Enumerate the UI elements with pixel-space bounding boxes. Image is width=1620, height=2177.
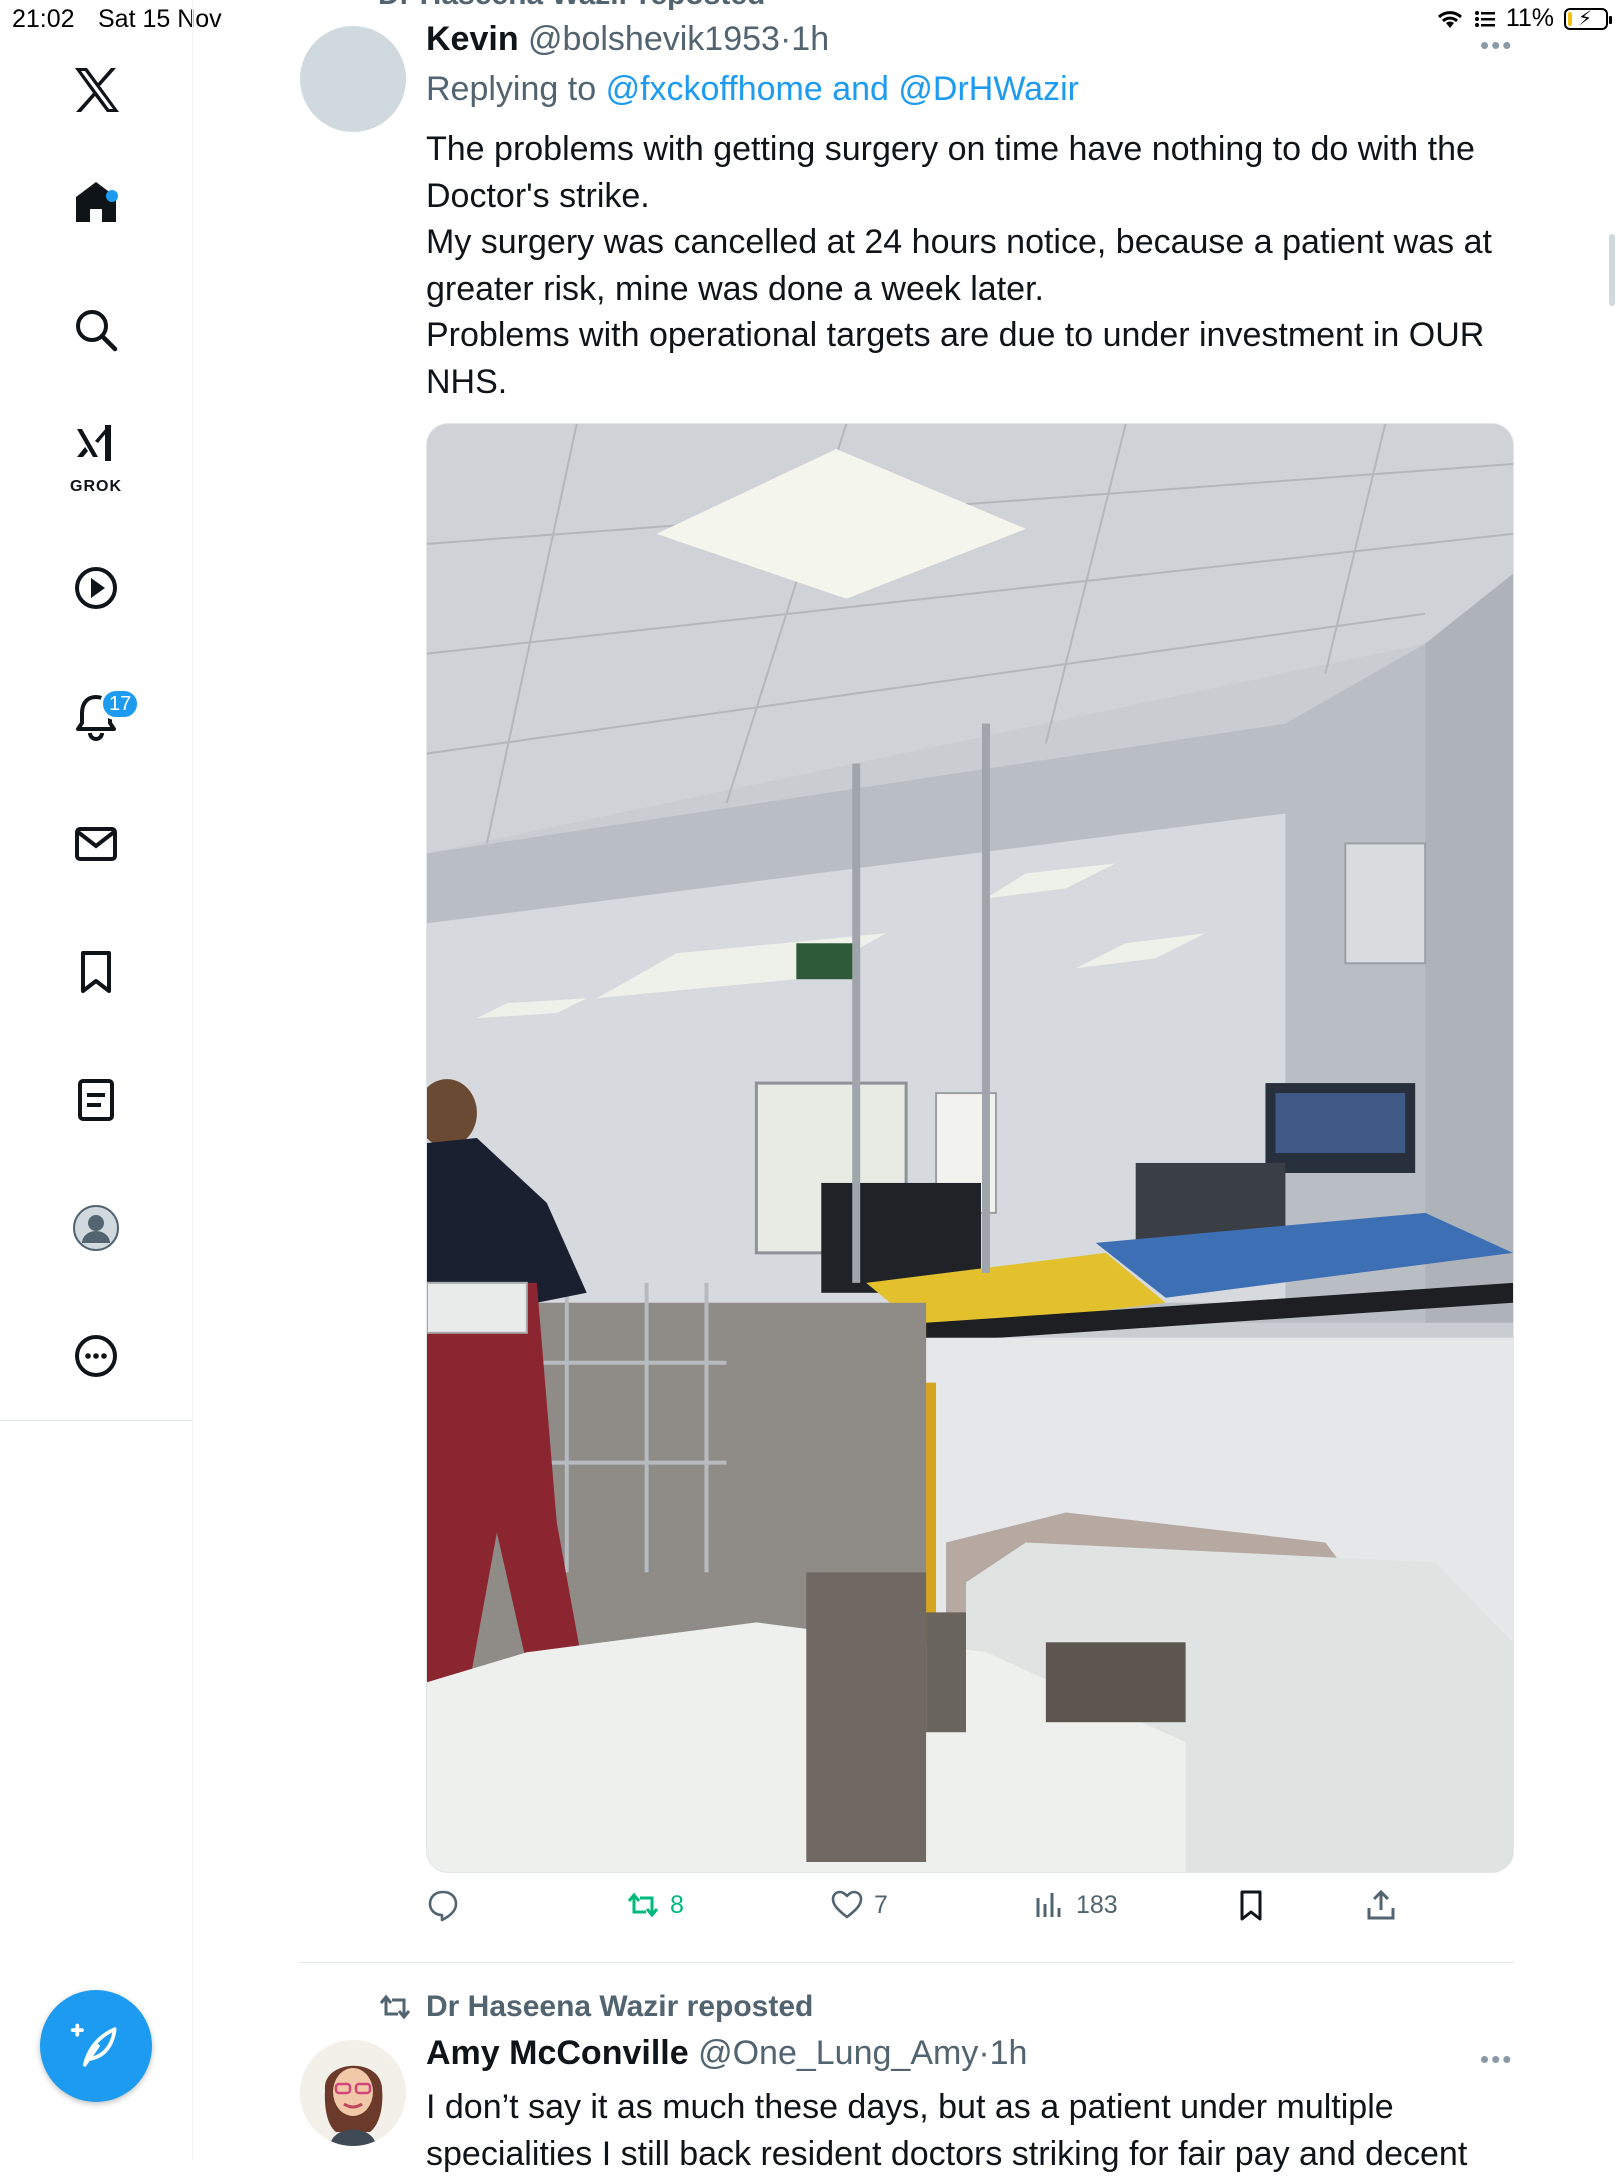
author-handle[interactable]: @bolshevik1953 — [528, 20, 780, 58]
tweet-text: I don’t say it as much these days, but a… — [426, 2084, 1516, 2177]
reply-button[interactable] — [426, 1888, 460, 1922]
list-status-icon — [1474, 10, 1495, 27]
tweet-time[interactable]: 1h — [990, 2034, 1028, 2072]
author-name[interactable]: Amy McConville — [426, 2034, 689, 2072]
scrollbar[interactable] — [1609, 234, 1615, 306]
avatar-image — [300, 2040, 406, 2146]
reply-icon — [428, 1890, 458, 1922]
tweet-text-line: I don’t say it as much these days, but a… — [426, 2088, 1468, 2173]
avatar[interactable] — [300, 26, 406, 132]
sidebar-item-home[interactable] — [0, 162, 192, 242]
grok-icon — [77, 425, 111, 461]
lists-icon — [78, 1079, 114, 1121]
bookmark-button[interactable] — [1234, 1888, 1268, 1922]
video-icon — [75, 567, 117, 609]
author-name[interactable]: Kevin — [426, 20, 519, 58]
sidebar-item-more[interactable] — [0, 1316, 192, 1396]
view-count: 183 — [1076, 1890, 1118, 1919]
tweet-header: Amy McConville @One_Lung_Amy·1h — [426, 2034, 1027, 2073]
tweet-text-line: My surgery was cancelled at 24 hours not… — [426, 223, 1492, 308]
sidebar-item-grok[interactable] — [0, 412, 192, 476]
sidebar-item-messages[interactable] — [0, 804, 192, 884]
tweet-header: Kevin @bolshevik1953·1h — [426, 20, 829, 59]
separator-dot: · — [779, 20, 792, 58]
mail-icon — [75, 827, 117, 861]
charging-bolt-icon: ⚡ — [1578, 7, 1593, 30]
sidebar-item-notifications[interactable]: 17 — [0, 676, 192, 756]
home-icon — [76, 182, 116, 222]
repost-indicator-icon — [379, 1994, 411, 2020]
views-icon — [1036, 1893, 1061, 1917]
retweet-button[interactable]: 8 — [626, 1888, 684, 1922]
battery-percent: 11% — [1505, 4, 1554, 32]
sidebar: GROK 17 — [0, 0, 193, 2160]
compose-feather-icon — [70, 2023, 117, 2067]
home-update-dot — [106, 190, 118, 202]
top-repost-label: Dr Haseena Wazir reposted — [378, 0, 765, 12]
notifications-badge: 17 — [100, 688, 141, 720]
tweet-divider — [300, 1962, 1514, 1963]
sidebar-item-video[interactable] — [0, 548, 192, 628]
profile-icon — [73, 1205, 119, 1251]
share-button[interactable] — [1364, 1888, 1398, 1922]
sidebar-item-search[interactable] — [0, 290, 192, 370]
separator-dot: · — [978, 2034, 990, 2072]
sidebar-divider — [0, 1420, 192, 1421]
bookmark-icon — [1240, 1890, 1262, 1921]
wifi-icon — [1437, 10, 1462, 28]
avatar[interactable] — [300, 2040, 406, 2146]
battery-level-fill — [1568, 11, 1572, 26]
more-circle-icon — [75, 1335, 117, 1377]
battery-icon: ⚡ — [1564, 7, 1612, 30]
tweet-photo[interactable] — [426, 423, 1514, 1873]
status-right: 11% ⚡ — [1436, 4, 1612, 33]
x-logo-icon — [75, 68, 119, 112]
retweet-icon — [627, 1892, 659, 1918]
replying-to-prefix: Replying to — [426, 70, 597, 108]
share-icon — [1367, 1889, 1395, 1920]
tweet-text: The problems with getting surgery on tim… — [426, 126, 1516, 405]
grok-label: GROK — [70, 478, 122, 495]
bookmark-icon — [81, 951, 111, 993]
like-count: 7 — [874, 1890, 888, 1919]
compose-button[interactable] — [40, 1990, 152, 2102]
sidebar-item-lists[interactable] — [0, 1060, 192, 1140]
search-icon — [76, 310, 118, 352]
sidebar-item-bookmarks[interactable] — [0, 932, 192, 1012]
tweet-text-line: The problems with getting surgery on tim… — [426, 130, 1475, 215]
tweet-text-line: Problems with operational targets are du… — [426, 316, 1485, 401]
repost-label: Dr Haseena Wazir reposted — [378, 1990, 813, 2024]
repost-label-text[interactable]: Dr Haseena Wazir reposted — [426, 1990, 813, 2024]
replying-to-mentions[interactable]: @fxckoffhome and @DrHWazir — [606, 70, 1079, 108]
tweet-more-icon[interactable]: ••• — [1480, 30, 1513, 61]
tweet-more-icon[interactable]: ••• — [1480, 2044, 1513, 2075]
retweet-count: 8 — [670, 1890, 684, 1919]
author-handle[interactable]: @One_Lung_Amy — [698, 2034, 978, 2072]
x-logo[interactable] — [0, 50, 192, 130]
heart-icon — [831, 1890, 863, 1919]
hospital-ward-photo — [427, 424, 1513, 1872]
sidebar-item-profile[interactable] — [0, 1188, 192, 1268]
views-button[interactable]: 183 — [1032, 1888, 1118, 1922]
replying-to: Replying to @fxckoffhome and @DrHWazir — [426, 70, 1079, 109]
like-button[interactable]: 7 — [830, 1888, 888, 1922]
tweet-actions: 8 7 183 — [426, 1888, 1516, 1932]
tweet-time[interactable]: 1h — [791, 20, 829, 58]
